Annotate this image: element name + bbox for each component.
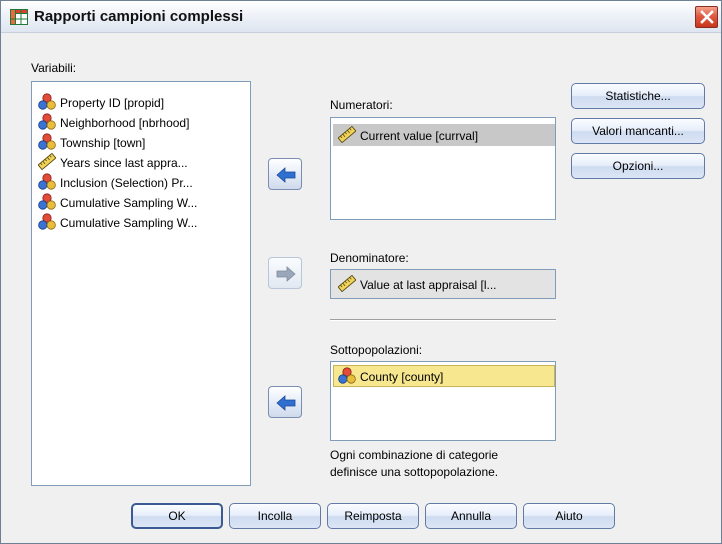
section-divider [330, 319, 556, 321]
list-item[interactable]: Property ID [propid] [38, 92, 164, 112]
arrow-left-icon [276, 395, 296, 411]
subpopulations-label: Sottopopolazioni: [330, 343, 423, 357]
subpopulations-note-line1: Ogni combinazione di categorie [330, 448, 499, 462]
list-item[interactable]: Current value [currval] [338, 125, 478, 145]
list-item[interactable]: Cumulative Sampling W... [38, 212, 197, 232]
list-item[interactable]: County [county] [338, 366, 443, 386]
denominator-label: Denominatore: [330, 251, 409, 265]
variables-list[interactable]: Property ID [propid] Neighborhood [nbrho… [31, 81, 251, 486]
close-icon [700, 10, 714, 24]
arrow-left-icon [276, 167, 296, 183]
nominal-icon [38, 133, 56, 150]
help-button[interactable]: Aiuto [523, 503, 615, 529]
window-title: Rapporti campioni complessi [34, 8, 244, 25]
cancel-button[interactable]: Annulla [425, 503, 517, 529]
nominal-icon [38, 113, 56, 130]
scale-ruler-icon [338, 275, 356, 293]
nominal-icon [38, 93, 56, 110]
missing-values-button[interactable]: Valori mancanti... [571, 118, 705, 144]
list-item[interactable]: Township [town] [38, 132, 145, 152]
table-icon [10, 9, 28, 25]
nominal-icon [38, 213, 56, 230]
paste-button[interactable]: Incolla [229, 503, 321, 529]
dialog-window: Rapporti campioni complessi Variabili: P… [0, 0, 722, 544]
list-item[interactable]: Inclusion (Selection) Pr... [38, 172, 193, 192]
move-to-denominator-button[interactable] [268, 257, 302, 289]
list-item[interactable]: Value at last appraisal [l... [338, 274, 497, 294]
numerator-label: Numeratori: [330, 98, 393, 112]
move-to-numerator-button[interactable] [268, 158, 302, 190]
denominator-field[interactable]: Value at last appraisal [l... [330, 269, 556, 299]
title-bar: Rapporti campioni complessi [1, 1, 721, 33]
scale-ruler-icon [338, 126, 356, 144]
variables-label: Variabili: [31, 61, 77, 75]
nominal-icon [38, 173, 56, 190]
nominal-icon [38, 193, 56, 210]
statistics-button[interactable]: Statistiche... [571, 83, 705, 109]
ok-button[interactable]: OK [131, 503, 223, 529]
move-to-subpopulations-button[interactable] [268, 386, 302, 418]
subpopulations-note-line2: definisce una sottopopolazione. [330, 465, 499, 479]
scale-ruler-icon [38, 153, 56, 171]
list-item[interactable]: Years since last appra... [38, 152, 188, 172]
reset-button[interactable]: Reimposta [327, 503, 419, 529]
options-button[interactable]: Opzioni... [571, 153, 705, 179]
numerator-list[interactable]: Current value [currval] [330, 117, 556, 220]
arrow-right-icon [276, 266, 296, 282]
close-button[interactable] [695, 6, 718, 28]
subpopulations-list[interactable]: County [county] [330, 361, 556, 441]
list-item[interactable]: Cumulative Sampling W... [38, 192, 197, 212]
list-item[interactable]: Neighborhood [nbrhood] [38, 112, 189, 132]
nominal-icon [338, 367, 356, 384]
